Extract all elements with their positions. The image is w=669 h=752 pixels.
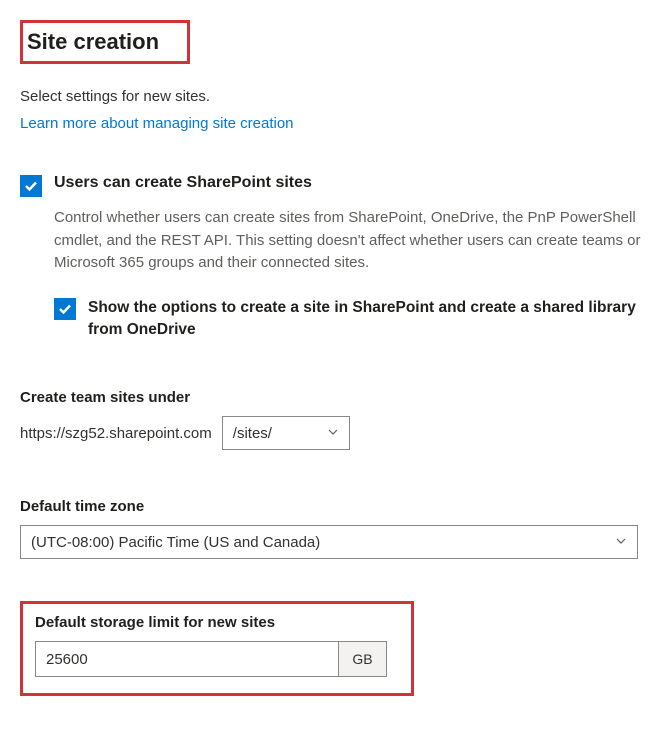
page-subtitle: Select settings for new sites. xyxy=(20,88,649,105)
storage-limit-label: Default storage limit for new sites xyxy=(35,614,399,631)
users-can-create-sites-desc: Control whether users can create sites f… xyxy=(54,207,649,275)
checkbox-checked-icon[interactable] xyxy=(54,298,76,320)
timezone-label: Default time zone xyxy=(20,498,649,515)
team-sites-under-group: Create team sites under https://szg52.sh… xyxy=(20,389,649,450)
storage-limit-field: GB xyxy=(35,641,387,677)
checkbox-checked-icon[interactable] xyxy=(20,175,42,197)
chevron-down-icon xyxy=(327,425,339,442)
site-path-dropdown[interactable]: /sites/ xyxy=(222,416,350,450)
show-create-options-label: Show the options to create a site in Sha… xyxy=(88,297,649,342)
storage-limit-input[interactable] xyxy=(36,642,338,676)
users-can-create-sites-option[interactable]: Users can create SharePoint sites xyxy=(20,174,649,197)
timezone-group: Default time zone (UTC-08:00) Pacific Ti… xyxy=(20,498,649,559)
timezone-value: (UTC-08:00) Pacific Time (US and Canada) xyxy=(31,534,320,551)
site-path-value: /sites/ xyxy=(233,425,272,442)
site-url-prefix: https://szg52.sharepoint.com xyxy=(20,425,212,442)
storage-limit-highlight: Default storage limit for new sites GB xyxy=(20,601,414,696)
storage-limit-unit: GB xyxy=(338,642,386,676)
show-create-options-option[interactable]: Show the options to create a site in Sha… xyxy=(54,297,649,342)
chevron-down-icon xyxy=(615,534,627,551)
page-title-highlight: Site creation xyxy=(20,20,190,64)
timezone-dropdown[interactable]: (UTC-08:00) Pacific Time (US and Canada) xyxy=(20,525,638,559)
learn-more-link[interactable]: Learn more about managing site creation xyxy=(20,115,294,132)
team-sites-under-label: Create team sites under xyxy=(20,389,649,406)
users-can-create-sites-label: Users can create SharePoint sites xyxy=(54,174,312,192)
page-title: Site creation xyxy=(27,29,159,55)
